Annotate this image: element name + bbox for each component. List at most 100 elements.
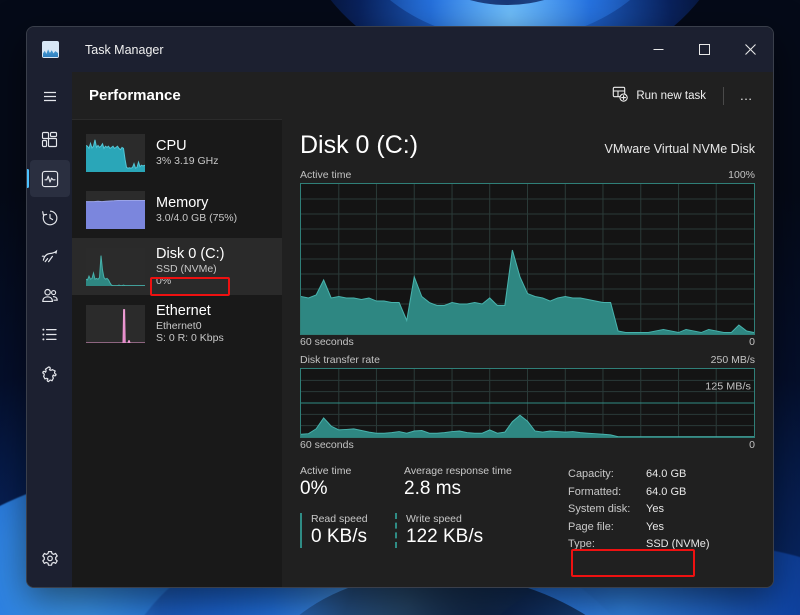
sidebar-item-app-history[interactable]: [30, 199, 70, 236]
stat-write-speed: Write speed 122 KB/s: [395, 513, 525, 548]
info-key: Page file:: [568, 519, 646, 537]
list-item-text: CPU 3% 3.19 GHz: [156, 138, 218, 167]
info-key: Type:: [568, 536, 646, 554]
transfer-rate-chart-labels: Disk transfer rate 250 MB/s: [300, 354, 755, 366]
transfer-rate-axis: 60 seconds 0: [300, 439, 755, 451]
disk-thumbnail-graph: [86, 248, 145, 286]
device-sub: Ethernet0: [156, 320, 224, 332]
wallpaper-top-swirl-3: [392, 0, 622, 5]
device-name: Disk 0 (C:): [156, 246, 224, 263]
stats-section: Active time 0% Average response time 2.8…: [300, 465, 755, 554]
stats-left-column: Active time 0% Average response time 2.8…: [300, 465, 544, 554]
navigation-rail: [27, 72, 72, 587]
active-time-x-right: 0: [749, 336, 755, 348]
minimize-icon[interactable]: [635, 27, 681, 72]
sidebar-item-users[interactable]: [30, 277, 70, 314]
performance-main: CPU 3% 3.19 GHz: [72, 119, 773, 587]
stat-label: Write speed: [406, 513, 525, 525]
header-divider: [723, 87, 724, 105]
list-item-cpu[interactable]: CPU 3% 3.19 GHz: [72, 124, 282, 181]
ethernet-thumbnail-graph: [86, 305, 145, 343]
pane-header: Performance: [72, 72, 773, 119]
device-list: CPU 3% 3.19 GHz: [72, 119, 282, 587]
info-value: Yes: [646, 519, 664, 537]
device-sub: SSD (NVMe): [156, 263, 224, 275]
transfer-rate-graph: 125 MB/s: [300, 368, 755, 438]
task-manager-window: Task Manager: [26, 26, 774, 588]
transfer-rate-x-right: 0: [749, 439, 755, 451]
device-sub2: 0%: [156, 275, 224, 287]
sidebar-item-startup-apps[interactable]: [30, 238, 70, 275]
transfer-rate-mid-label: 125 MB/s: [705, 381, 751, 393]
detail-title: Disk 0 (C:): [300, 133, 418, 158]
device-name: CPU: [156, 138, 218, 155]
sidebar-item-processes[interactable]: [30, 121, 70, 158]
memory-thumbnail-graph: [86, 191, 145, 229]
stat-active-time: Active time 0%: [300, 465, 404, 500]
device-name: Ethernet: [156, 303, 224, 320]
close-icon[interactable]: [727, 27, 773, 72]
list-item-text: Disk 0 (C:) SSD (NVMe) 0%: [156, 246, 224, 287]
stat-value: 0%: [300, 478, 404, 500]
stat-value: 2.8 ms: [404, 478, 544, 500]
stat-label: Active time: [300, 465, 404, 477]
hamburger-menu-icon[interactable]: [30, 77, 70, 114]
device-sub: 3% 3.19 GHz: [156, 155, 218, 167]
list-item-disk-0[interactable]: Disk 0 (C:) SSD (NVMe) 0%: [72, 238, 282, 295]
active-time-chart-labels: Active time 100%: [300, 169, 755, 181]
content-pane: Performance: [72, 72, 773, 587]
stat-value: 122 KB/s: [406, 526, 525, 548]
stat-average-response-time: Average response time 2.8 ms: [404, 465, 544, 500]
info-value: 64.0 GB: [646, 484, 686, 502]
task-manager-chart-icon: [42, 41, 59, 58]
speed-stats-row: Read speed 0 KB/s Write speed 122 KB/s: [300, 513, 544, 548]
list-item-memory[interactable]: Memory 3.0/4.0 GB (75%): [72, 181, 282, 238]
disk-info-table: Capacity: 64.0 GB Formatted: 64.0 GB Sys…: [568, 465, 710, 554]
info-key: Formatted:: [568, 484, 646, 502]
info-row-system-disk: System disk: Yes: [568, 501, 710, 519]
transfer-rate-chart-max: 250 MB/s: [711, 354, 755, 366]
device-sub: 3.0/4.0 GB (75%): [156, 212, 237, 224]
list-item-text: Memory 3.0/4.0 GB (75%): [156, 195, 237, 224]
run-new-task-label: Run new task: [636, 90, 706, 102]
active-time-chart-max: 100%: [728, 169, 755, 181]
run-new-task-button[interactable]: Run new task: [602, 81, 716, 111]
list-item-ethernet[interactable]: Ethernet Ethernet0 S: 0 R: 0 Kbps: [72, 295, 282, 352]
device-name: Memory: [156, 195, 237, 212]
stat-label: Average response time: [404, 465, 544, 477]
desktop: Task Manager: [0, 0, 800, 615]
page-title: Performance: [89, 87, 181, 104]
active-time-chart-title: Active time: [300, 169, 351, 181]
stats-group-left: Active time 0% Average response time 2.8…: [300, 465, 544, 554]
settings-gear-icon[interactable]: [30, 540, 70, 577]
more-options-button[interactable]: …: [731, 81, 763, 111]
cpu-thumbnail-graph: [86, 134, 145, 172]
info-row-formatted: Formatted: 64.0 GB: [568, 484, 710, 502]
sidebar-item-details[interactable]: [30, 316, 70, 353]
info-row-capacity: Capacity: 64.0 GB: [568, 466, 710, 484]
active-time-graph: [300, 183, 755, 335]
sidebar-item-services[interactable]: [30, 355, 70, 392]
stat-label: Read speed: [311, 513, 395, 525]
info-value: Yes: [646, 501, 664, 519]
detail-header: Disk 0 (C:) VMware Virtual NVMe Disk: [300, 133, 755, 158]
transfer-rate-chart-title: Disk transfer rate: [300, 354, 380, 366]
disk-detail: Disk 0 (C:) VMware Virtual NVMe Disk Act…: [282, 119, 773, 587]
info-row-page-file: Page file: Yes: [568, 519, 710, 537]
info-value: 64.0 GB: [646, 466, 686, 484]
window-body: Performance: [27, 72, 773, 587]
active-time-axis: 60 seconds 0: [300, 336, 755, 348]
title-bar: Task Manager: [27, 27, 773, 72]
sidebar-item-performance[interactable]: [30, 160, 70, 197]
device-sub2: S: 0 R: 0 Kbps: [156, 332, 224, 344]
stat-value: 0 KB/s: [311, 526, 395, 548]
stat-read-speed: Read speed 0 KB/s: [300, 513, 395, 548]
disk-model: VMware Virtual NVMe Disk: [604, 142, 755, 158]
window-title: Task Manager: [85, 43, 164, 57]
info-value: SSD (NVMe): [646, 536, 710, 554]
maximize-icon[interactable]: [681, 27, 727, 72]
transfer-rate-x-left: 60 seconds: [300, 439, 354, 451]
run-new-task-icon: [612, 86, 628, 105]
active-time-x-left: 60 seconds: [300, 336, 354, 348]
info-key: Capacity:: [568, 466, 646, 484]
